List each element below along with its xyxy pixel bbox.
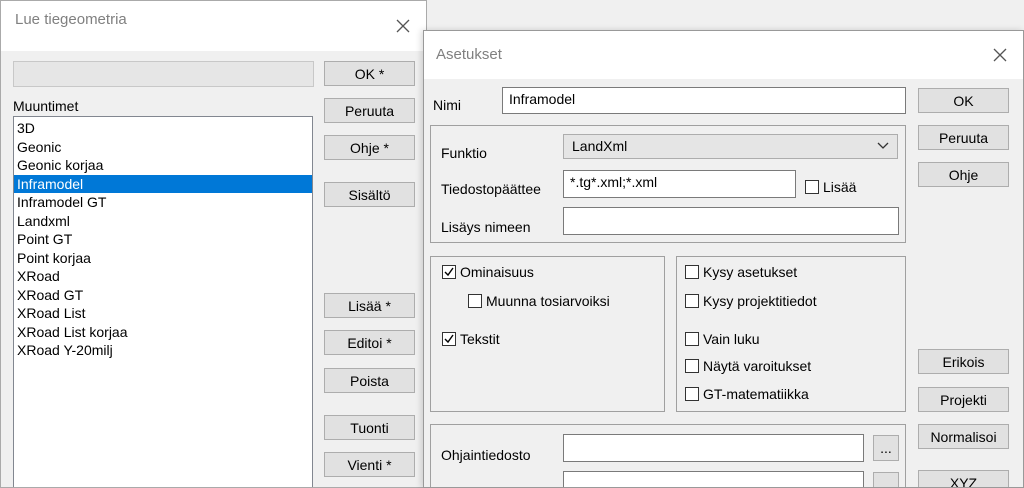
close-icon (396, 19, 410, 33)
settings-dialog-title: Asetukset (436, 46, 502, 63)
show-warnings-checkbox-box[interactable] (685, 359, 699, 373)
name-field[interactable]: Inframodel (502, 87, 906, 114)
add-checkbox-box[interactable] (805, 180, 819, 194)
texts-checkbox-label: Tekstit (460, 331, 500, 347)
check-icon (444, 267, 454, 277)
convert-real-values-checkbox-box[interactable] (468, 294, 482, 308)
texts-checkbox[interactable]: Tekstit (442, 331, 500, 347)
ask-settings-checkbox[interactable]: Kysy asetukset (685, 264, 797, 280)
list-item[interactable]: XRoad List (14, 304, 312, 323)
show-warnings-checkbox[interactable]: Näytä varoitukset (685, 358, 811, 374)
list-item[interactable]: XRoad GT (14, 286, 312, 305)
list-item[interactable]: XRoad (14, 267, 312, 286)
list-item[interactable]: Landxml (14, 212, 312, 231)
read-only-checkbox[interactable]: Vain luku (685, 331, 760, 347)
property-checkbox[interactable]: Ominaisuus (442, 264, 534, 280)
special-button[interactable]: Erikois (918, 349, 1009, 374)
control-file-browse-button[interactable]: ... (873, 435, 899, 461)
list-item[interactable]: Inframodel (14, 174, 312, 193)
second-file-field[interactable] (563, 471, 864, 487)
normalize-button[interactable]: Normalisoi (918, 424, 1009, 449)
xyz-button[interactable]: XYZ (918, 470, 1009, 487)
convert-real-values-checkbox[interactable]: Muunna tosiarvoiksi (468, 293, 610, 309)
left-dialog-title: Lue tiegeometria (15, 11, 127, 28)
left-dialog-status-field (13, 61, 314, 87)
function-dropdown-value: LandXml (572, 138, 628, 154)
read-only-checkbox-box[interactable] (685, 332, 699, 346)
left-dialog-titlebar: Lue tiegeometria (1, 1, 426, 51)
add-converter-button[interactable]: Lisää * (324, 293, 415, 318)
list-item[interactable]: Point GT (14, 230, 312, 249)
texts-checkbox-box[interactable] (442, 332, 456, 346)
property-checkbox-label: Ominaisuus (460, 264, 534, 280)
gt-math-checkbox-box[interactable] (685, 387, 699, 401)
convert-real-values-checkbox-label: Muunna tosiarvoiksi (486, 293, 610, 309)
import-button[interactable]: Tuonti (324, 415, 415, 440)
list-item[interactable]: Inframodel GT (14, 193, 312, 212)
settings-ok-button[interactable]: OK (918, 88, 1009, 113)
ask-project-info-checkbox-box[interactable] (685, 294, 699, 308)
project-button[interactable]: Projekti (918, 387, 1009, 412)
ask-project-info-checkbox-label: Kysy projektitiedot (703, 293, 817, 309)
control-file-field[interactable] (563, 434, 864, 462)
contents-button[interactable]: Sisältö (324, 182, 415, 207)
name-suffix-field[interactable] (563, 207, 899, 235)
list-item[interactable]: XRoad List korjaa (14, 323, 312, 342)
settings-help-button[interactable]: Ohje (918, 162, 1009, 187)
list-item[interactable]: Point korjaa (14, 249, 312, 268)
list-item[interactable]: XRoad Y-20milj (14, 341, 312, 360)
check-icon (444, 334, 454, 344)
extension-label: Tiedostopäättee (441, 181, 541, 197)
name-label: Nimi (433, 97, 461, 113)
add-checkbox-label: Lisää (823, 179, 857, 195)
gt-math-checkbox-label: GT-matematiikka (703, 386, 809, 402)
second-file-browse-button[interactable]: ... (873, 472, 899, 487)
settings-cancel-button[interactable]: Peruuta (918, 125, 1009, 150)
read-only-checkbox-label: Vain luku (703, 331, 760, 347)
converters-label: Muuntimet (13, 98, 79, 114)
left-help-button[interactable]: Ohje * (324, 135, 415, 160)
left-ok-button[interactable]: OK * (324, 61, 415, 86)
settings-dialog-titlebar: Asetukset (424, 31, 1023, 79)
control-file-label: Ohjaintiedosto (441, 447, 531, 463)
property-checkbox-box[interactable] (442, 265, 456, 279)
ask-settings-checkbox-label: Kysy asetukset (703, 264, 798, 280)
function-dropdown[interactable]: LandXml (563, 134, 898, 159)
extension-field[interactable]: *.tg*.xml;*.xml (563, 170, 796, 198)
show-warnings-checkbox-label: Näytä varoitukset (703, 358, 812, 374)
settings-dialog: Asetukset Nimi Inframodel Funktio LandXm… (423, 30, 1024, 488)
ask-project-info-checkbox[interactable]: Kysy projektitiedot (685, 293, 817, 309)
list-item[interactable]: Geonic (14, 138, 312, 157)
remove-converter-button[interactable]: Poista (324, 368, 415, 393)
chevron-down-icon (877, 142, 889, 149)
close-icon (993, 48, 1007, 62)
left-dialog-close-button[interactable] (380, 1, 426, 51)
ask-settings-checkbox-box[interactable] (685, 265, 699, 279)
left-cancel-button[interactable]: Peruuta (324, 98, 415, 123)
settings-dialog-close-button[interactable] (977, 31, 1023, 79)
add-checkbox[interactable]: Lisää (805, 179, 856, 195)
gt-math-checkbox[interactable]: GT-matematiikka (685, 386, 809, 402)
list-item[interactable]: 3D (14, 119, 312, 138)
converters-list[interactable]: 3D Geonic Geonic korjaa Inframodel Inframode… (13, 116, 313, 487)
name-suffix-label: Lisäys nimeen (441, 219, 531, 235)
export-button[interactable]: Vienti * (324, 452, 415, 477)
list-item[interactable]: Geonic korjaa (14, 156, 312, 175)
edit-converter-button[interactable]: Editoi * (324, 330, 415, 355)
function-label: Funktio (441, 145, 487, 161)
left-dialog: Lue tiegeometria Muuntimet 3D Geonic Geoni… (0, 0, 427, 488)
